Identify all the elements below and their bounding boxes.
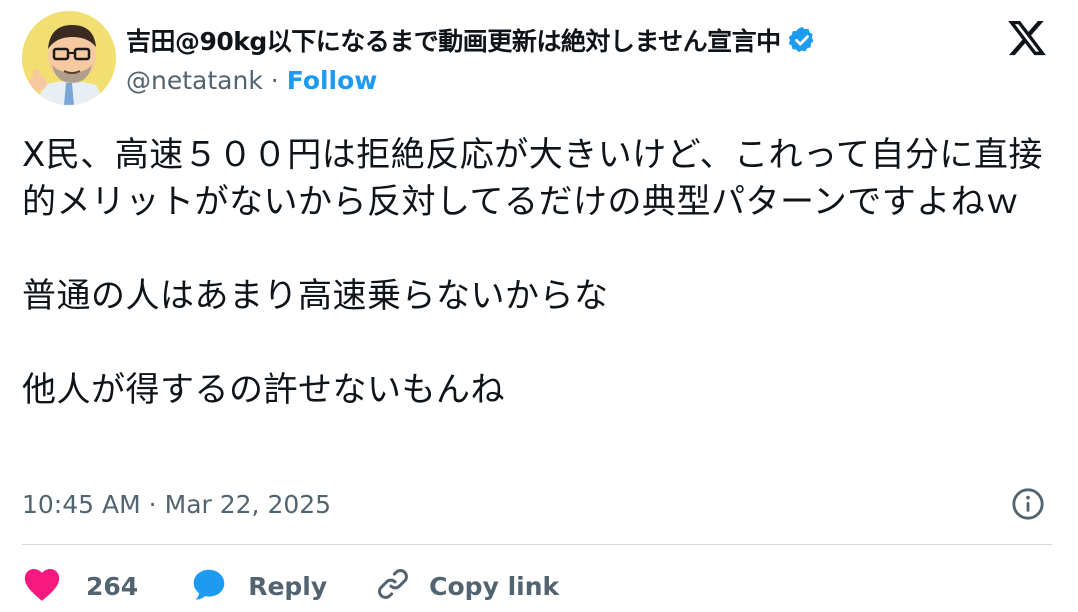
reply-label: Reply — [248, 571, 328, 601]
handle-separator: · — [270, 65, 279, 95]
info-icon[interactable] — [1011, 487, 1045, 521]
follow-button[interactable]: Follow — [287, 66, 378, 95]
reply-button[interactable]: Reply — [190, 566, 327, 606]
x-logo-icon[interactable] — [1005, 17, 1049, 59]
timestamp-separator: · — [148, 489, 157, 519]
avatar-illustration — [22, 11, 116, 105]
author-display-name[interactable]: 吉田@90kg以下になるまで動画更新は絶対しません宣言中 — [126, 22, 781, 58]
tweet-timestamp[interactable]: 10:45 AM · Mar 22, 2025 — [22, 484, 331, 524]
like-button[interactable]: 264 — [22, 566, 138, 606]
copy-link-label: Copy link — [429, 571, 560, 601]
divider — [22, 544, 1052, 545]
link-icon — [375, 566, 411, 606]
author-handle[interactable]: @netatank — [126, 66, 263, 95]
author-handle-row: @netatank · Follow — [126, 62, 377, 98]
like-count: 264 — [86, 571, 139, 601]
action-bar: 264 Reply Copy link — [22, 562, 559, 610]
verified-badge-icon — [787, 25, 817, 55]
copy-link-button[interactable]: Copy link — [375, 566, 559, 606]
author-name-row: 吉田@90kg以下になるまで動画更新は絶対しません宣言中 — [126, 20, 817, 60]
tweet-text: X民、高速５００円は拒絶反応が大きいけど、これって自分に直接的メリットがないから… — [22, 135, 1043, 410]
avatar[interactable] — [22, 11, 116, 105]
heart-icon — [22, 566, 62, 606]
tweet-card: 吉田@90kg以下になるまで動画更新は絶対しません宣言中 @netatank ·… — [0, 0, 1078, 612]
tweet-time[interactable]: 10:45 AM — [22, 490, 141, 519]
reply-bubble-icon — [190, 566, 228, 606]
tweet-date[interactable]: Mar 22, 2025 — [165, 490, 331, 519]
